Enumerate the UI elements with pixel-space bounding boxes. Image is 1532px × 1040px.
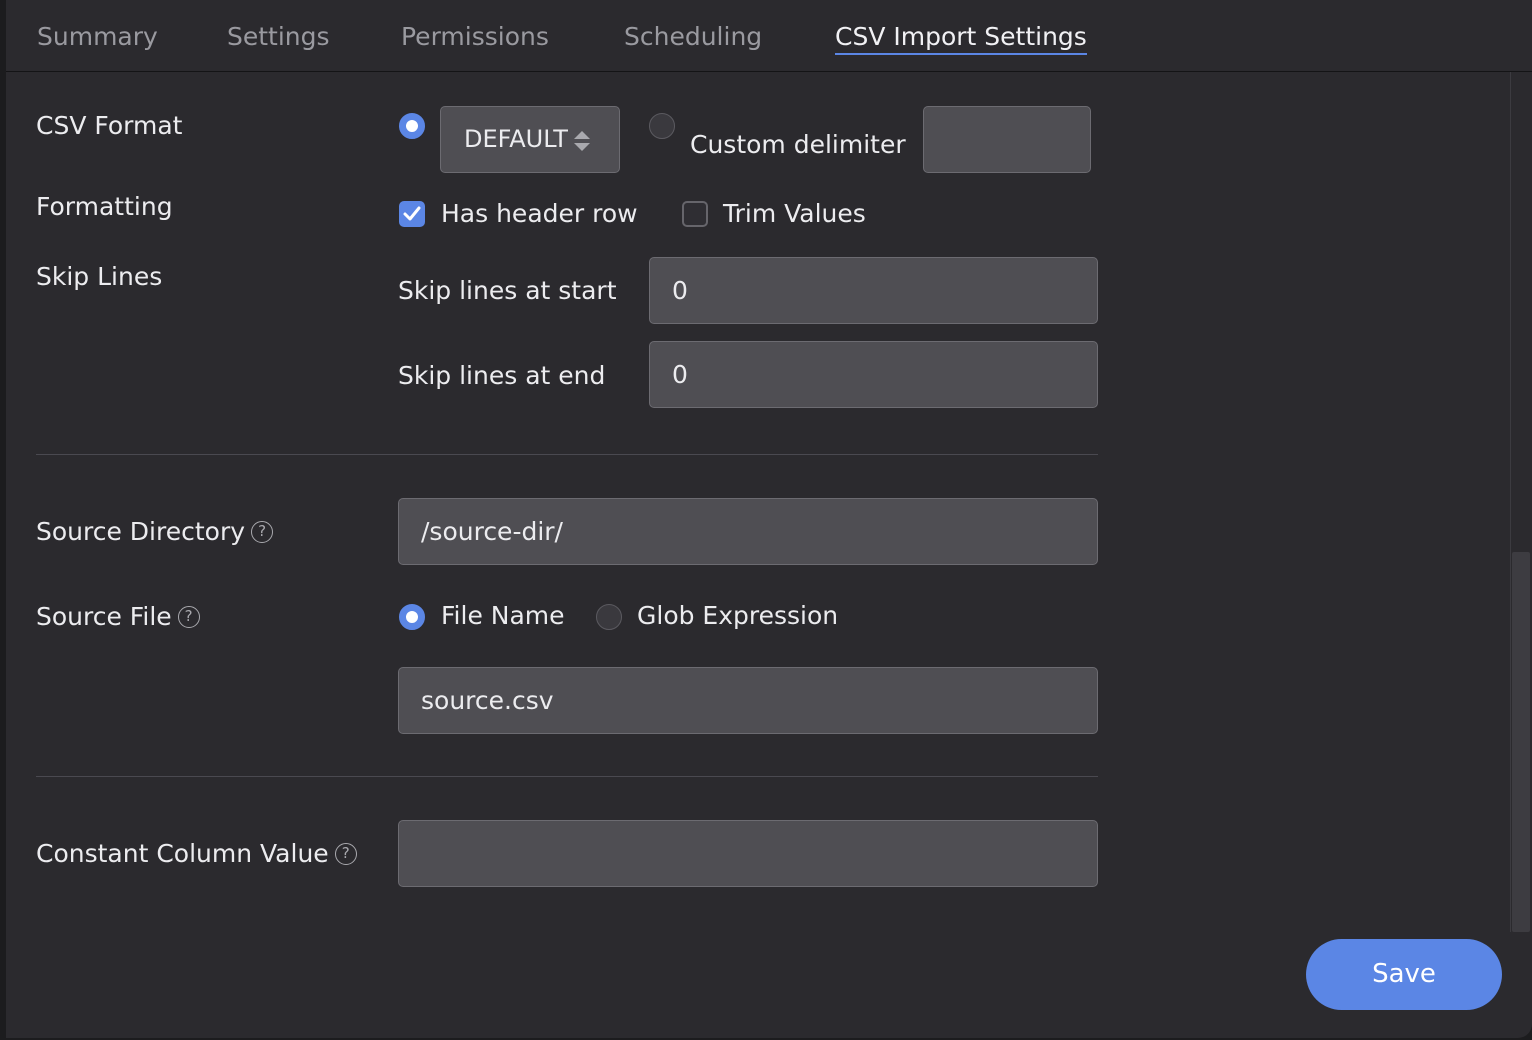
csv-format-select[interactable]: DEFAULT	[440, 106, 620, 173]
help-icon[interactable]: ?	[177, 606, 200, 628]
tab-permissions[interactable]: Permissions	[401, 20, 549, 54]
formatting-label: Formatting	[36, 192, 173, 221]
trim-values-label: Trim Values	[723, 199, 866, 228]
has-header-row-label: Has header row	[441, 199, 638, 228]
csv-format-label: CSV Format	[36, 111, 183, 140]
file-name-label: File Name	[441, 601, 565, 630]
tab-scheduling[interactable]: Scheduling	[624, 20, 762, 54]
checkmark-icon	[403, 206, 421, 221]
skip-lines-end-input[interactable]	[649, 341, 1098, 408]
constant-column-input[interactable]	[398, 820, 1098, 887]
source-directory-label-text: Source Directory	[36, 517, 246, 546]
tab-summary[interactable]: Summary	[37, 20, 158, 54]
skip-lines-start-label: Skip lines at start	[398, 276, 617, 305]
section-divider	[36, 776, 1098, 777]
skip-lines-start-input[interactable]	[649, 257, 1098, 324]
csv-import-dialog: Summary Settings Permissions Scheduling …	[6, 0, 1532, 1038]
glob-expression-label: Glob Expression	[637, 601, 839, 630]
glob-expression-radio[interactable]	[596, 604, 622, 630]
scrollbar-thumb[interactable]	[1512, 552, 1530, 932]
custom-delimiter-radio[interactable]	[649, 113, 675, 139]
section-divider	[36, 454, 1098, 455]
sort-arrows-icon	[574, 131, 590, 151]
custom-delimiter-input[interactable]	[923, 106, 1091, 173]
constant-column-label: Constant Column Value?	[36, 837, 357, 871]
tab-csv-import-settings[interactable]: CSV Import Settings	[835, 20, 1087, 55]
source-directory-input[interactable]	[398, 498, 1098, 565]
custom-delimiter-label: Custom delimiter	[690, 130, 906, 159]
help-icon[interactable]: ?	[251, 521, 274, 543]
source-directory-label: Source Directory?	[36, 515, 274, 549]
source-file-label-text: Source File	[36, 602, 172, 631]
skip-lines-label: Skip Lines	[36, 262, 163, 291]
skip-lines-end-label: Skip lines at end	[398, 361, 606, 390]
tab-bar: Summary Settings Permissions Scheduling …	[6, 0, 1532, 72]
source-file-input[interactable]	[398, 667, 1098, 734]
trim-values-checkbox[interactable]	[682, 201, 708, 227]
tab-settings[interactable]: Settings	[227, 20, 330, 54]
default-format-radio[interactable]	[399, 113, 425, 139]
save-button[interactable]: Save	[1306, 939, 1502, 1010]
source-file-label: Source File?	[36, 600, 200, 634]
csv-format-select-value: DEFAULT	[464, 125, 568, 153]
has-header-row-checkbox[interactable]	[399, 201, 425, 227]
file-name-radio[interactable]	[399, 604, 425, 630]
help-icon[interactable]: ?	[334, 843, 357, 865]
constant-column-label-text: Constant Column Value	[36, 839, 329, 868]
